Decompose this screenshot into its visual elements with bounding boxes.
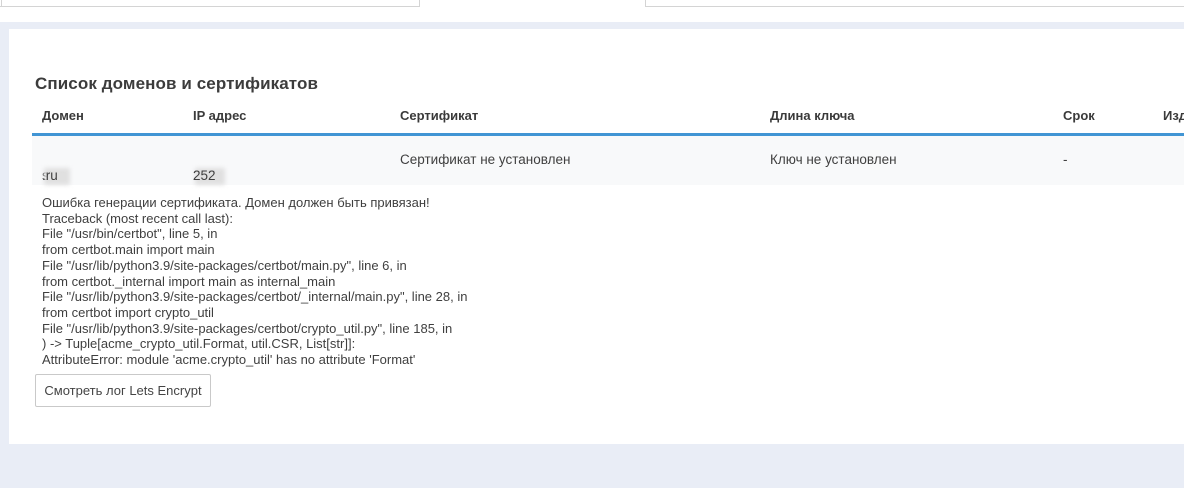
- column-header-ip: IP адрес: [193, 108, 246, 123]
- view-letsencrypt-log-button[interactable]: Смотреть лог Lets Encrypt: [35, 374, 211, 407]
- domains-certificates-panel: Список доменов и сертификатов Домен IP а…: [9, 29, 1184, 444]
- tab-active[interactable]: [419, 0, 645, 7]
- table-row[interactable]: star.ru 217.252 Сертификат не установлен…: [32, 136, 1184, 185]
- page-title: Список доменов и сертификатов: [35, 74, 318, 94]
- column-header-certificate: Сертификат: [400, 108, 478, 123]
- error-log-line: File "/usr/lib/python3.9/site-packages/c…: [42, 258, 1142, 274]
- error-log-line: ) -> Tuple[acme_crypto_util.Format, util…: [42, 336, 1142, 352]
- error-log-line: Ошибка генерации сертификата. Домен долж…: [42, 195, 1142, 211]
- error-log-line: from certbot._internal import main as in…: [42, 274, 1142, 290]
- error-log-line: Traceback (most recent call last):: [42, 211, 1142, 227]
- error-log-line: AttributeError: module 'acme.crypto_util…: [42, 352, 1142, 368]
- ip-suffix: 252: [193, 168, 216, 183]
- error-log-line: from certbot.main import main: [42, 242, 1142, 258]
- column-header-domain: Домен: [42, 108, 84, 123]
- tab-bar: [0, 0, 1184, 22]
- column-header-key-length: Длина ключа: [770, 108, 855, 123]
- tab-underline-left: [0, 6, 419, 7]
- error-log-line: File "/usr/lib/python3.9/site-packages/c…: [42, 321, 1142, 337]
- key-length-cell: Ключ не установлен: [770, 152, 897, 167]
- error-log-line: from certbot import crypto_util: [42, 305, 1142, 321]
- tab-underline-right: [645, 6, 1184, 7]
- column-header-term: Срок: [1063, 108, 1095, 123]
- domain-suffix: .ru: [42, 168, 58, 183]
- error-log-line: File "/usr/lib/python3.9/site-packages/c…: [42, 289, 1142, 305]
- certificate-error-log: Ошибка генерации сертификата. Домен долж…: [42, 195, 1142, 368]
- table-header-row: Домен IP адрес Сертификат Длина ключа Ср…: [32, 108, 1184, 128]
- column-header-issuer: Изд: [1163, 108, 1184, 123]
- error-log-line: File "/usr/bin/certbot", line 5, in: [42, 226, 1142, 242]
- tab-border-mid-left: [419, 0, 420, 7]
- term-cell: -: [1063, 152, 1068, 167]
- certificate-cell: Сертификат не установлен: [400, 152, 570, 167]
